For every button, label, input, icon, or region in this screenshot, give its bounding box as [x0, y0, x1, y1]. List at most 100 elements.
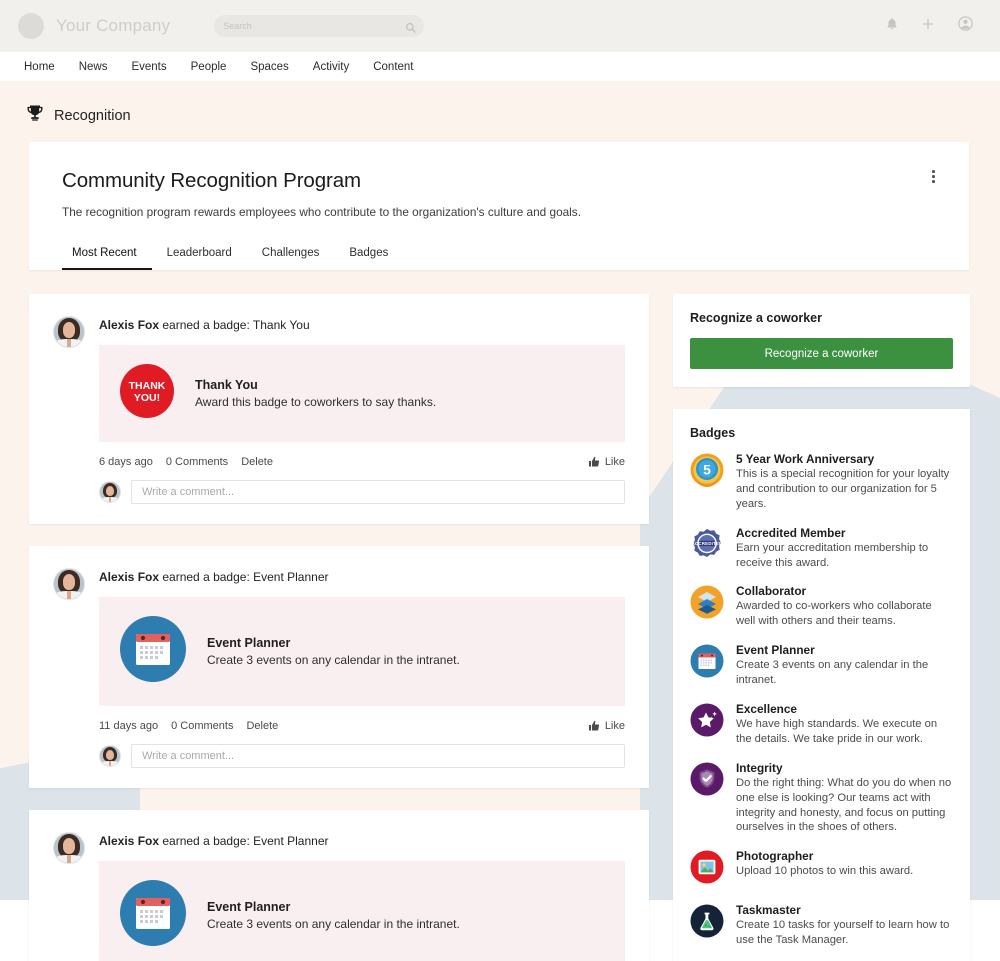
trophy-icon: [25, 103, 45, 128]
list-item[interactable]: Integrity Do the right thing: What do yo…: [690, 761, 953, 850]
list-item[interactable]: Taskmaster Create 10 tasks for yourself …: [690, 903, 953, 961]
plus-icon[interactable]: [921, 17, 935, 36]
nav-item-events[interactable]: Events: [131, 61, 166, 73]
post-author[interactable]: Alexis Fox: [99, 834, 159, 848]
comment-input[interactable]: [131, 480, 625, 504]
nav-item-content[interactable]: Content: [373, 61, 413, 73]
post-meta: 6 days ago 0 Comments Delete Like: [99, 456, 625, 468]
badge-desc: Create 3 events on any calendar in the i…: [736, 658, 953, 688]
list-item[interactable]: 5 5 Year Work Anniversary This is a spec…: [690, 452, 953, 526]
nav-item-people[interactable]: People: [191, 61, 227, 73]
list-item[interactable]: ACCREDITED Accredited Member Earn your a…: [690, 526, 953, 585]
post-author[interactable]: Alexis Fox: [99, 570, 159, 584]
page-title: Recognition: [54, 108, 131, 124]
event-planner-badge-icon: [690, 644, 724, 683]
badge-desc: Create 10 tasks for yourself to learn ho…: [736, 918, 953, 948]
list-item[interactable]: Event Planner Create 3 events on any cal…: [690, 643, 953, 702]
badge-name: 5 Year Work Anniversary: [736, 452, 953, 466]
badge-desc: Do the right thing: What do you do when …: [736, 776, 953, 836]
main-navigation: Home News Events People Spaces Activity …: [0, 52, 1000, 81]
program-hero-card: Community Recognition Program The recogn…: [29, 142, 969, 270]
accredited-member-badge-icon: ACCREDITED: [690, 527, 724, 566]
nav-item-home[interactable]: Home: [24, 61, 55, 73]
event-planner-badge-icon: [119, 615, 187, 688]
like-button[interactable]: Like: [588, 456, 625, 468]
badges-list: 5 5 Year Work Anniversary This is a spec…: [690, 452, 953, 961]
nav-item-news[interactable]: News: [79, 61, 108, 73]
badge-name: Taskmaster: [736, 903, 953, 917]
company-name: Your Company: [56, 16, 170, 36]
post-badge-banner: Event Planner Create 3 events on any cal…: [99, 597, 625, 706]
avatar[interactable]: [53, 568, 85, 600]
post-badge-banner: Event Planner Create 3 events on any cal…: [99, 861, 625, 961]
nav-item-spaces[interactable]: Spaces: [250, 61, 288, 73]
account-circle-icon[interactable]: [957, 15, 974, 37]
list-item[interactable]: Excellence We have high standards. We ex…: [690, 702, 953, 761]
post-comments-count[interactable]: 0 Comments: [171, 720, 233, 732]
avatar[interactable]: [53, 316, 85, 348]
company-logo[interactable]: [18, 13, 44, 39]
post-author[interactable]: Alexis Fox: [99, 318, 159, 332]
avatar[interactable]: [53, 832, 85, 864]
tab-badges[interactable]: Badges: [334, 241, 403, 270]
program-subtitle: The recognition program rewards employee…: [62, 205, 936, 219]
recognize-coworker-button[interactable]: Recognize a coworker: [690, 338, 953, 369]
comment-input[interactable]: [131, 744, 625, 768]
list-item[interactable]: Collaborator Awarded to co-workers who c…: [690, 584, 953, 643]
recognize-coworker-card: Recognize a coworker Recognize a coworke…: [673, 294, 970, 387]
badge-desc: Upload 10 photos to win this award.: [736, 864, 913, 879]
svg-text:YOU!: YOU!: [134, 392, 160, 404]
post-timestamp: 11 days ago: [99, 720, 158, 732]
avatar[interactable]: [99, 745, 121, 767]
post-badge-name: Event Planner: [207, 636, 460, 650]
post-delete-link[interactable]: Delete: [241, 456, 273, 468]
post-headline: Alexis Fox earned a badge: Thank You: [99, 316, 625, 332]
badges-panel: Badges 5: [673, 409, 970, 961]
badge-name: Event Planner: [736, 643, 953, 657]
event-planner-badge-icon: [119, 879, 187, 952]
list-item[interactable]: Photographer Upload 10 photos to win thi…: [690, 849, 953, 903]
post-action: earned a badge: Event Planner: [159, 834, 328, 848]
badge-desc: This is a special recognition for your l…: [736, 467, 953, 512]
comment-row: [99, 480, 625, 504]
thank-you-badge-icon: THANK YOU!: [119, 363, 175, 424]
post-badge-desc: Award this badge to coworkers to say tha…: [195, 395, 436, 409]
tab-leaderboard[interactable]: Leaderboard: [152, 241, 247, 270]
tab-most-recent[interactable]: Most Recent: [62, 241, 152, 270]
badge-desc: Awarded to co-workers who collaborate we…: [736, 599, 953, 629]
post-badge-name: Event Planner: [207, 900, 460, 914]
avatar[interactable]: [99, 481, 121, 503]
badge-name: Accredited Member: [736, 526, 953, 540]
app-root: Your Company Search: [0, 0, 1000, 961]
feed-post: Alexis Fox earned a badge: Thank You THA…: [29, 294, 649, 524]
post-headline: Alexis Fox earned a badge: Event Planner: [99, 568, 625, 584]
search-box[interactable]: Search: [214, 15, 424, 37]
excellence-badge-icon: [690, 703, 724, 742]
nav-item-activity[interactable]: Activity: [313, 61, 349, 73]
post-comments-count[interactable]: 0 Comments: [166, 456, 228, 468]
badge-desc: We have high standards. We execute on th…: [736, 717, 953, 747]
post-badge-banner: THANK YOU! Thank You Award this badge to…: [99, 345, 625, 442]
integrity-badge-icon: [690, 762, 724, 801]
anniversary-5-badge-icon: 5: [690, 453, 724, 492]
post-delete-link[interactable]: Delete: [246, 720, 278, 732]
badge-name: Photographer: [736, 849, 913, 863]
badge-name: Excellence: [736, 702, 953, 716]
like-button[interactable]: Like: [588, 720, 625, 732]
post-action: earned a badge: Event Planner: [159, 570, 328, 584]
tab-challenges[interactable]: Challenges: [247, 241, 335, 270]
comment-row: [99, 744, 625, 768]
svg-text:ACCREDITED: ACCREDITED: [692, 541, 723, 546]
svg-text:THANK: THANK: [129, 380, 166, 392]
top-bar-actions: [885, 15, 982, 37]
bell-icon[interactable]: [885, 17, 899, 36]
thumbs-up-icon: [588, 456, 600, 468]
search-icon: [405, 20, 416, 38]
post-action: earned a badge: Thank You: [159, 318, 310, 332]
badge-desc: Earn your accreditation membership to re…: [736, 541, 953, 571]
more-vertical-icon[interactable]: [926, 166, 941, 187]
badges-panel-title: Badges: [690, 426, 953, 440]
sidebar: Recognize a coworker Recognize a coworke…: [673, 294, 970, 961]
badge-name: Integrity: [736, 761, 953, 775]
feed-post: Alexis Fox earned a badge: Event Planner: [29, 546, 649, 788]
